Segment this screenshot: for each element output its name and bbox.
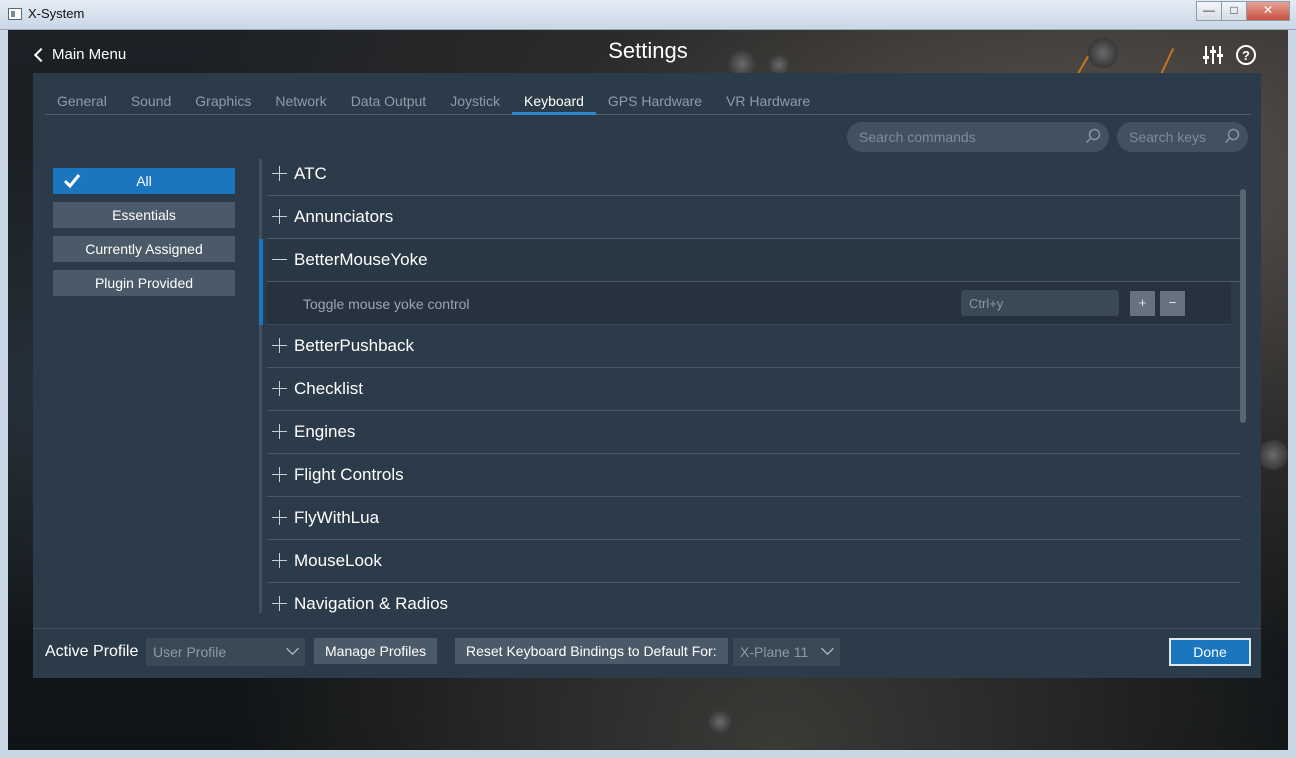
expand-plus-icon [272,467,287,482]
category-row-atc[interactable]: ATC [267,153,1241,196]
manage-profiles-button[interactable]: Manage Profiles [314,638,438,664]
expand-plus-icon [272,381,287,396]
sliders-icon[interactable] [1202,44,1224,66]
category-label: BetterMouseYoke [294,250,428,269]
minimize-button[interactable]: — [1196,1,1222,21]
app-window-icon [8,8,22,20]
expanded-section-indicator [259,239,263,325]
active-profile-label: Active Profile [45,643,139,660]
search-commands-input[interactable]: Search commands [847,122,1109,152]
category-label: Flight Controls [294,465,404,484]
category-row-bettermouseyoke[interactable]: BetterMouseYoke [267,239,1241,282]
key-binding-field[interactable]: Ctrl+y [961,290,1119,316]
close-window-button[interactable]: ✕ [1246,1,1290,21]
category-label: Engines [294,422,356,441]
tab-sound[interactable]: Sound [119,87,183,115]
header-icons: ? [1202,44,1256,66]
command-label: Toggle mouse yoke control [303,296,470,312]
expand-plus-icon [272,424,287,439]
expand-plus-icon [272,553,287,568]
expand-plus-icon [272,596,287,611]
background-knob [708,710,732,734]
remove-binding-button[interactable]: − [1160,291,1185,316]
filter-currently-assigned-button[interactable]: Currently Assigned [53,236,235,262]
window-controls: — □ ✕ [1196,1,1290,21]
window-title: X-System [28,6,85,21]
search-commands-placeholder: Search commands [859,129,976,145]
category-row-engines[interactable]: Engines [267,411,1241,454]
checkmark-icon [63,174,81,189]
chevron-down-icon [286,642,299,655]
maximize-button[interactable]: □ [1221,1,1247,21]
reset-target-select[interactable]: X-Plane 11 [733,638,840,666]
category-label: ATC [294,164,327,183]
settings-tabs: General Sound Graphics Network Data Outp… [45,87,1251,115]
category-row-checklist[interactable]: Checklist [267,368,1241,411]
tab-network[interactable]: Network [263,87,338,115]
search-keys-placeholder: Search keys [1129,129,1207,145]
profile-select-value: User Profile [153,644,227,660]
search-keys-input[interactable]: Search keys [1117,122,1248,152]
list-scrollbar[interactable] [1240,189,1246,423]
tab-general[interactable]: General [45,87,119,115]
expand-plus-icon [272,338,287,353]
add-binding-button[interactable]: + [1130,291,1155,316]
window-title-bar[interactable]: X-System — □ ✕ [0,0,1296,30]
command-row[interactable]: Toggle mouse yoke control Ctrl+y + − [267,282,1231,325]
expand-plus-icon [272,510,287,525]
search-icon [1224,128,1240,144]
category-row-flywithlua[interactable]: FlyWithLua [267,497,1241,540]
category-label: BetterPushback [294,336,415,355]
category-row-betterpushback[interactable]: BetterPushback [267,325,1241,368]
settings-panel: General Sound Graphics Network Data Outp… [33,73,1261,678]
collapse-minus-icon [272,259,287,260]
done-button[interactable]: Done [1169,638,1251,666]
reset-target-value: X-Plane 11 [740,644,809,660]
help-icon[interactable]: ? [1236,45,1256,65]
expand-plus-icon [272,166,287,181]
page-title: Settings [608,38,688,63]
settings-footer: Active Profile User Profile Manage Profi… [33,628,1261,678]
category-label: MouseLook [294,551,382,570]
list-rail [259,159,262,613]
tab-gps-hardware[interactable]: GPS Hardware [596,87,714,115]
tab-vr-hardware[interactable]: VR Hardware [714,87,822,115]
filter-all-button[interactable]: All [53,168,235,194]
filter-essentials-button[interactable]: Essentials [53,202,235,228]
reset-bindings-button[interactable]: Reset Keyboard Bindings to Default For: [455,638,728,664]
category-row-flight-controls[interactable]: Flight Controls [267,454,1241,497]
tab-data-output[interactable]: Data Output [339,87,439,115]
tab-graphics[interactable]: Graphics [183,87,263,115]
filter-plugin-provided-button[interactable]: Plugin Provided [53,270,235,296]
expand-plus-icon [272,209,287,224]
chevron-down-icon [821,642,834,655]
category-row-annunciators[interactable]: Annunciators [267,196,1241,239]
background-knob [1258,440,1288,470]
profile-select[interactable]: User Profile [146,638,305,666]
category-label: Annunciators [294,207,394,226]
tab-keyboard[interactable]: Keyboard [511,87,596,115]
search-icon [1085,128,1101,144]
category-label: Navigation & Radios [294,594,449,613]
filter-all-label: All [136,173,152,189]
category-label: FlyWithLua [294,508,380,527]
category-row-navigation-radios[interactable]: Navigation & Radios [267,583,1241,613]
category-label: Checklist [294,379,363,398]
category-row-mouselook[interactable]: MouseLook [267,540,1241,583]
tab-joystick[interactable]: Joystick [438,87,512,115]
